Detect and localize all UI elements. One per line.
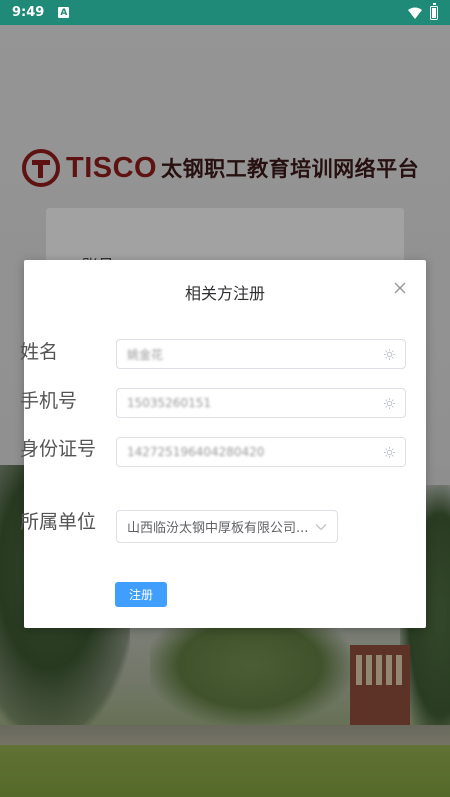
name-value: 姚金花 (127, 347, 164, 362)
name-label: 姓名 (20, 341, 59, 363)
autofill-icon[interactable] (384, 446, 395, 458)
close-icon[interactable] (393, 281, 407, 295)
phone-label: 手机号 (20, 390, 78, 412)
autofill-icon[interactable] (384, 348, 395, 360)
dialog-title: 相关方注册 (184, 284, 265, 303)
phone-value: 15035260151 (127, 396, 211, 410)
wifi-icon (408, 7, 422, 19)
battery-icon (430, 3, 438, 20)
register-button[interactable]: 注册 (115, 582, 167, 607)
status-bar: 9:49 A (0, 0, 450, 25)
a-notification-icon: A (58, 7, 70, 18)
unit-label: 所属单位 (20, 511, 97, 533)
id-card-label: 身份证号 (20, 438, 97, 460)
unit-select[interactable]: 山西临汾太钢中厚板有限公司... (116, 510, 338, 543)
chevron-down-icon (315, 523, 327, 530)
id-card-value: 142725196404280420 (127, 445, 265, 459)
status-time: 9:49 (12, 5, 45, 20)
name-input[interactable]: 姚金花 (116, 339, 406, 369)
autofill-icon[interactable] (384, 397, 395, 409)
unit-value: 山西临汾太钢中厚板有限公司... (127, 521, 309, 536)
phone-input[interactable]: 15035260151 (116, 388, 406, 418)
id-card-input[interactable]: 142725196404280420 (116, 437, 406, 467)
